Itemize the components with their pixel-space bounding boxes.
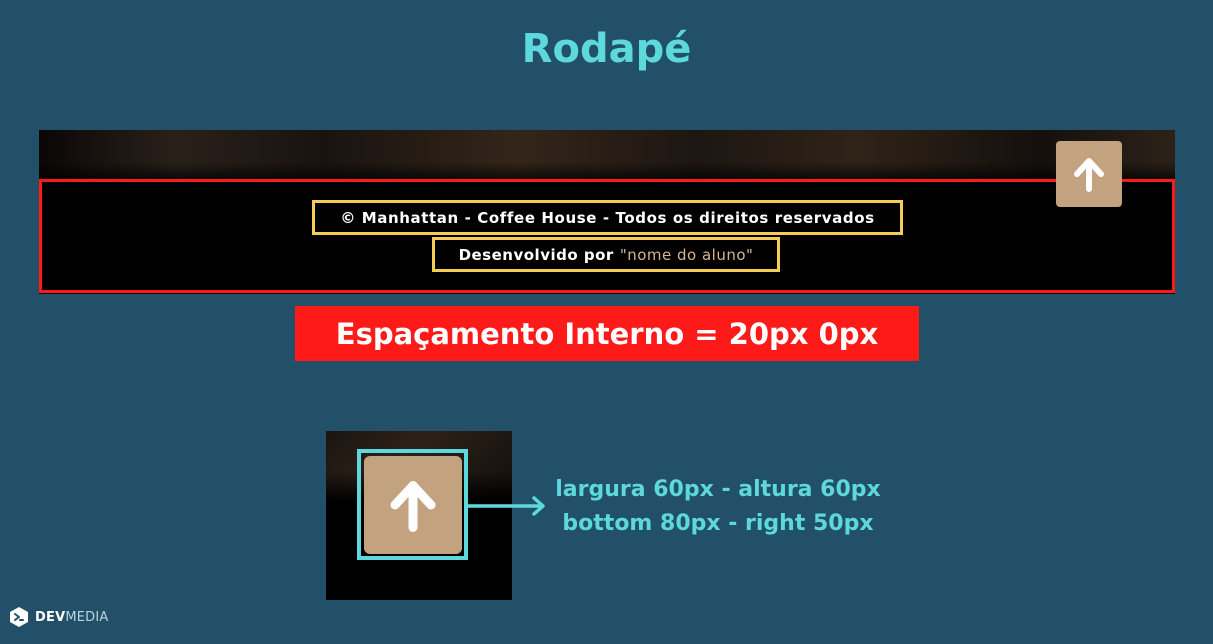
page-title: Rodapé [521,26,692,72]
padding-label: Espaçamento Interno = 20px 0px [295,306,919,361]
developed-by-label: Desenvolvido por [458,245,614,264]
back-to-top-button-zoomed[interactable] [364,456,462,554]
size-text: largura 60px - altura 60px [555,477,881,502]
connector-arrow [468,496,545,516]
button-dimensions: largura 60px - altura 60px bottom 80px -… [550,473,886,541]
position-text: bottom 80px - right 50px [562,511,874,536]
back-to-top-button[interactable] [1056,141,1122,207]
logo-dev: DEV [35,609,66,625]
logo-media: MEDIA [65,609,109,625]
devmedia-logo: DEVMEDIA [8,605,109,629]
copyright-text: © Manhattan - Coffee House - Todos os di… [312,200,903,235]
footer-padding-highlight [39,179,1175,293]
student-name: "nome do aluno" [619,245,754,264]
devmedia-logo-icon [10,607,28,627]
logo-text: DEVMEDIA [35,610,109,625]
developer-credit: Desenvolvido por "nome do aluno" [432,237,780,272]
arrow-up-icon [1074,158,1104,192]
arrow-up-icon [390,481,436,532]
background-photo [39,130,1175,182]
